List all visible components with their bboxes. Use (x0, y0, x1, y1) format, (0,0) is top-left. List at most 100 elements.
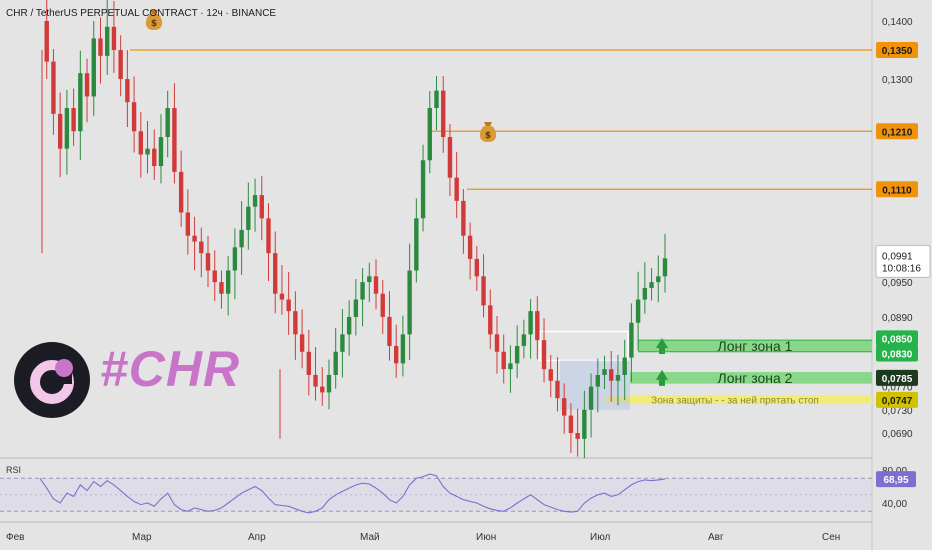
candle-body (360, 282, 365, 300)
candle-body (326, 374, 332, 393)
candle-body (629, 322, 634, 358)
candle-body (44, 21, 49, 62)
zone-label: Зона защиты - - за ней прятать стоп (651, 396, 819, 407)
candle-body (434, 90, 439, 109)
candle-body (488, 305, 493, 335)
candle-body (273, 253, 278, 294)
chart-title: CHR / TetherUS PERPETUAL CONTRACT · 12ч … (6, 8, 277, 19)
candle-body (165, 108, 170, 138)
candle-body (548, 369, 553, 381)
candle-body (172, 108, 177, 172)
candle-body (575, 433, 580, 439)
candle-body (158, 137, 164, 167)
price-marker-label: 0,0747 (882, 396, 913, 407)
candle-body (420, 160, 426, 219)
candle-body (393, 345, 399, 364)
candle-body (387, 316, 392, 346)
candle-body (588, 386, 594, 410)
y-tick-label: 0,0890 (882, 313, 913, 324)
range-fill (560, 360, 630, 410)
candle-body (333, 351, 338, 375)
candle-body (64, 108, 70, 149)
candle-body (320, 386, 325, 393)
candle-body (535, 311, 540, 341)
rsi-current-value: 68,95 (883, 475, 908, 486)
candle-body (555, 380, 560, 399)
y-tick-label: 0,0950 (882, 278, 913, 289)
candle-body (595, 374, 600, 387)
dollar-sign: $ (485, 131, 491, 141)
candle-body (178, 171, 184, 213)
x-tick-label: Сен (822, 532, 840, 543)
candle-body (353, 299, 359, 317)
x-tick-label: Фев (6, 532, 24, 543)
candle-body (71, 108, 76, 132)
candle-body (414, 218, 419, 271)
x-tick-label: Май (360, 532, 380, 543)
candle-body (642, 287, 648, 300)
candle-body (78, 73, 83, 132)
candle-body (84, 73, 90, 97)
x-tick-label: Июн (476, 532, 496, 543)
candle-body (467, 235, 473, 259)
candle-body (602, 369, 607, 375)
candle-body (447, 137, 453, 178)
candle-body (441, 90, 446, 138)
candle-body (528, 311, 533, 335)
candle-body (252, 195, 258, 207)
candle-body (259, 195, 264, 219)
price-marker-label: 0,1110 (882, 185, 912, 196)
countdown-timer: 10:08:16 (882, 263, 921, 274)
candle-body (293, 311, 298, 335)
candle-body (98, 38, 103, 56)
candle-body (138, 131, 144, 155)
candle-body (615, 374, 621, 381)
candle-body (185, 212, 191, 236)
price-marker-label: 0,1350 (882, 46, 913, 57)
candle-body (51, 61, 56, 114)
chromia-logo (12, 340, 92, 420)
candle-body (232, 247, 238, 271)
candle-body (246, 206, 251, 230)
candle-body (57, 113, 63, 149)
price-chart: 0,14000,13000,09500,08900,07700,07300,06… (0, 0, 932, 550)
x-tick-label: Июл (590, 532, 610, 543)
candle-body (286, 299, 291, 312)
candle-body (111, 26, 117, 51)
candle-body (609, 369, 614, 381)
candle-body (461, 200, 466, 236)
price-marker-label: 0,0785 (882, 374, 913, 385)
candle-body (367, 276, 372, 283)
candle-body (125, 79, 130, 103)
candle-body (219, 282, 224, 294)
zone-label: Лонг зона 2 (718, 370, 793, 386)
candle-body (266, 218, 271, 254)
candle-body (313, 374, 318, 387)
price-marker-label: 0,0850 (882, 334, 913, 345)
candle-body (407, 270, 412, 335)
candle-body (152, 148, 157, 167)
candle-body (212, 270, 217, 283)
candle-body (192, 235, 197, 242)
candle-body (514, 345, 520, 364)
candle-body (299, 334, 305, 352)
candle-body (131, 102, 137, 132)
candle-body (656, 276, 661, 283)
candle-body (205, 253, 211, 271)
hashtag-title: #CHR (100, 341, 241, 397)
candle-body (346, 316, 352, 335)
rsi-label: RSI (6, 465, 22, 475)
candle-body (561, 398, 567, 416)
price-marker-label: 0,0830 (882, 350, 913, 361)
x-tick-label: Мар (132, 532, 152, 543)
candle-body (279, 293, 285, 300)
x-tick-label: Апр (248, 532, 266, 543)
x-tick-label: Авг (708, 532, 724, 543)
candle-body (105, 26, 110, 56)
candle-body (649, 282, 654, 288)
candle-body (481, 276, 486, 306)
y-tick-label: 0,1300 (882, 75, 913, 86)
candle-body (582, 409, 587, 439)
candle-body (91, 38, 96, 97)
rsi-tick-label: 40,00 (882, 499, 907, 510)
